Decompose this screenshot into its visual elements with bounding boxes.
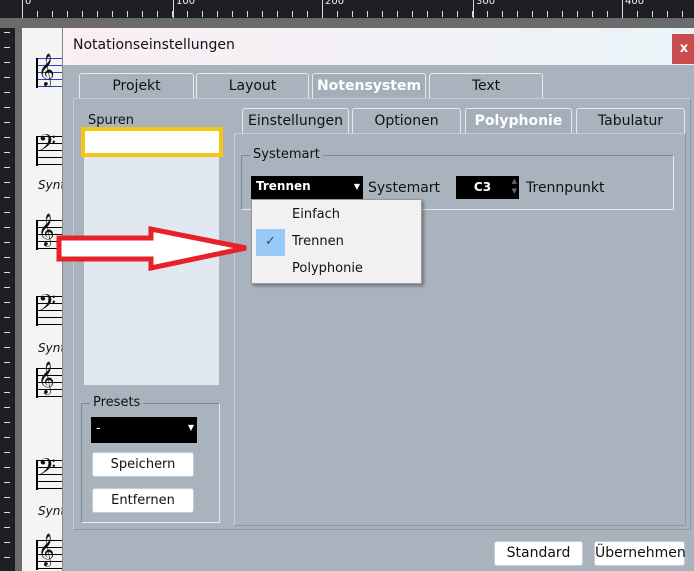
red-arrow-annotation — [56, 225, 247, 272]
arrow-shape — [56, 225, 247, 272]
